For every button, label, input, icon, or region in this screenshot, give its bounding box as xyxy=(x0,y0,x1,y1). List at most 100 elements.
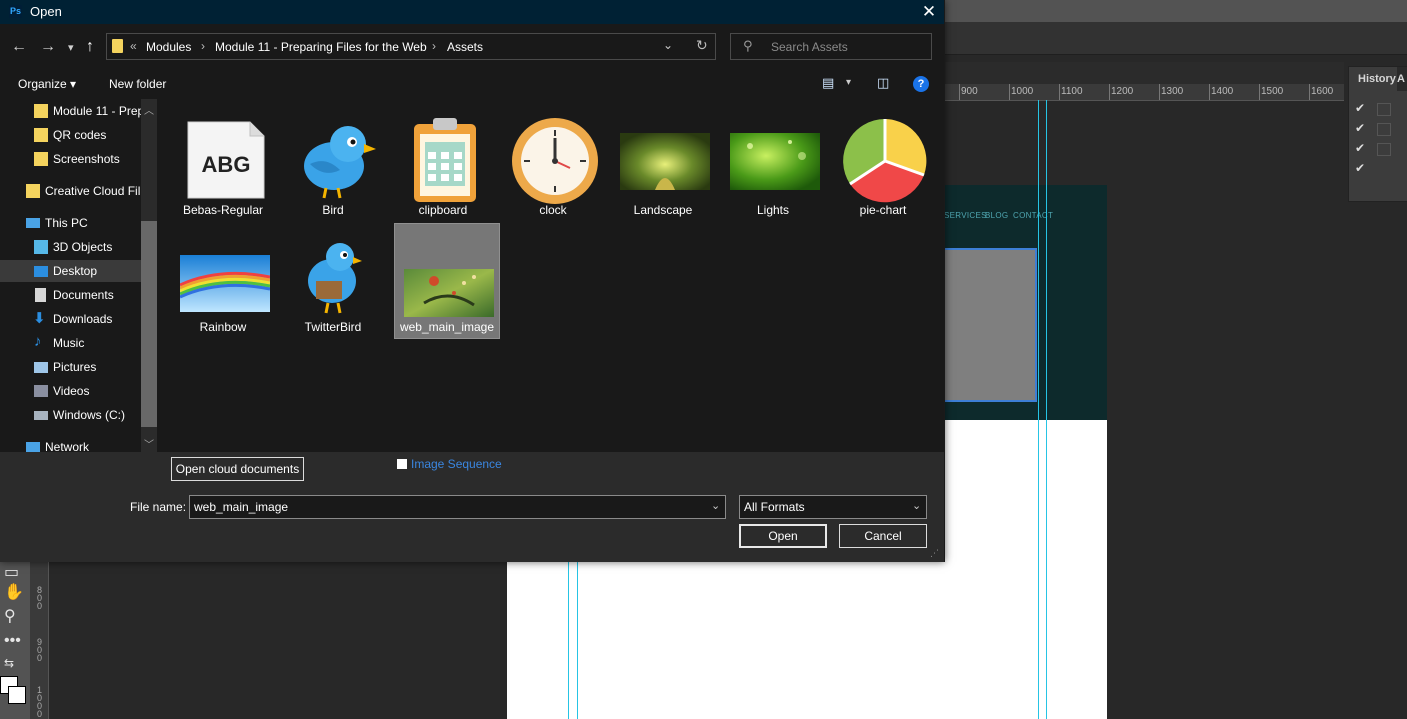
pictures-icon xyxy=(34,362,48,373)
history-row[interactable]: ✔ xyxy=(1349,159,1407,179)
close-button[interactable]: ✕ xyxy=(914,0,944,24)
search-box[interactable]: ⚲ Search Assets xyxy=(730,33,932,60)
forward-arrow-icon[interactable]: → xyxy=(40,38,56,56)
guide-line xyxy=(1046,100,1047,719)
zoom-tool-icon[interactable]: ⚲ xyxy=(4,606,16,626)
image-sequence-checkbox[interactable] xyxy=(397,459,407,469)
file-tile[interactable]: TwitterBird xyxy=(281,224,385,338)
clock-icon xyxy=(512,118,598,204)
overflow-chevron-icon[interactable]: « xyxy=(130,39,137,53)
sidebar-item-network[interactable]: Network xyxy=(0,436,141,452)
image-sequence-label[interactable]: Image Sequence xyxy=(411,457,502,471)
sidebar-item-label: Pictures xyxy=(53,360,97,374)
sidebar-item-label: Creative Cloud Fil xyxy=(45,184,141,198)
sidebar-item-label: Network xyxy=(45,440,90,452)
file-tile[interactable]: Rainbow xyxy=(171,224,275,338)
breadcrumb-separator-icon[interactable]: › xyxy=(432,39,436,53)
cube-icon xyxy=(34,240,48,254)
navpane-scrollbar[interactable]: ︿ ﹀ xyxy=(141,99,157,452)
snapshot-icon xyxy=(1377,123,1391,136)
chevron-down-icon[interactable]: ⌄ xyxy=(711,499,720,512)
ps-menu-bar xyxy=(944,0,1407,22)
sidebar-item-qr-codes[interactable]: QR codes xyxy=(0,124,141,146)
open-button[interactable]: Open xyxy=(739,524,827,548)
file-tile[interactable]: clock xyxy=(501,107,605,221)
sidebar-item-music[interactable]: ♪ Music xyxy=(0,332,141,354)
font-preview-text: ABG xyxy=(202,152,251,177)
breadcrumb-assets[interactable]: Assets xyxy=(447,40,483,54)
sidebar-item-desktop[interactable]: Desktop xyxy=(0,260,141,282)
recent-locations-chevron-icon[interactable]: ▾ xyxy=(68,41,74,54)
file-name: Bird xyxy=(322,203,344,217)
file-name-value[interactable]: web_main_image xyxy=(194,500,288,514)
file-tile[interactable]: Landscape xyxy=(611,107,715,221)
sidebar-item-3d-objects[interactable]: 3D Objects xyxy=(0,236,141,258)
scrollbar-thumb[interactable] xyxy=(141,221,157,427)
sidebar-item-this-pc[interactable]: This PC xyxy=(0,212,141,234)
swap-colors-icon[interactable]: ⇆ xyxy=(4,656,14,670)
ruler-label: 1100 xyxy=(1061,86,1083,97)
file-name: Rainbow xyxy=(199,320,247,334)
cancel-button[interactable]: Cancel xyxy=(839,524,927,548)
file-name-combobox[interactable]: web_main_image ⌄ xyxy=(189,495,726,519)
change-view-icon[interactable]: ▤ xyxy=(822,75,834,91)
file-tile[interactable]: Bird xyxy=(281,107,385,221)
sidebar-item-videos[interactable]: Videos xyxy=(0,380,141,402)
rectangle-tool-icon[interactable]: ▭ xyxy=(4,562,19,582)
lights-image xyxy=(730,133,820,190)
file-tile-selected[interactable]: web_main_image xyxy=(394,223,500,339)
resize-grip-icon[interactable]: ⋰ xyxy=(930,548,939,559)
address-bar[interactable]: « Modules › Module 11 - Preparing Files … xyxy=(106,33,716,60)
back-arrow-icon[interactable]: ← xyxy=(11,38,27,56)
ruler-label: 1500 xyxy=(1261,86,1284,97)
sidebar-item-windows-c[interactable]: Windows (C:) xyxy=(0,404,141,426)
background-color-swatch[interactable] xyxy=(8,686,26,704)
up-arrow-icon[interactable]: ↑ xyxy=(86,38,94,56)
breadcrumb-modules[interactable]: Modules xyxy=(146,40,191,54)
adjacent-panel-tab[interactable]: A xyxy=(1397,67,1407,91)
sidebar-item-creative-cloud[interactable]: Creative Cloud Fil xyxy=(0,180,141,202)
network-icon xyxy=(26,442,40,452)
computer-icon xyxy=(26,218,40,228)
preview-pane-icon[interactable]: ◫ xyxy=(877,75,889,91)
file-name: web_main_image xyxy=(399,320,495,334)
sidebar-item-module-11[interactable]: Module 11 - Prep xyxy=(0,100,144,122)
canvas-nav-contact: CONTACT xyxy=(1013,211,1054,220)
file-type-dropdown[interactable]: All Formats ⌄ xyxy=(739,495,927,519)
new-folder-button[interactable]: New folder xyxy=(109,77,166,91)
scroll-down-icon[interactable]: ﹀ xyxy=(144,436,154,451)
breadcrumb-separator-icon[interactable]: › xyxy=(201,39,205,53)
history-panel[interactable]: History A ✔ ✔ ✔ ✔ xyxy=(1348,66,1407,202)
sidebar-item-pictures[interactable]: Pictures xyxy=(0,356,141,378)
history-row[interactable]: ✔ xyxy=(1349,119,1407,139)
search-icon: ⚲ xyxy=(743,38,753,53)
title-bar[interactable]: Ps Open ✕ xyxy=(0,0,944,24)
chevron-down-icon[interactable]: ⌄ xyxy=(912,499,921,512)
address-dropdown-icon[interactable]: ⌄ xyxy=(663,38,673,52)
sidebar-item-documents[interactable]: Documents xyxy=(0,284,141,306)
folder-icon xyxy=(34,128,48,142)
file-tile[interactable]: ABG Bebas-Regular xyxy=(171,107,275,221)
history-row[interactable]: ✔ xyxy=(1349,139,1407,159)
refresh-icon[interactable]: ↻ xyxy=(696,37,708,54)
navigation-pane: Module 11 - Prep QR codes Screenshots Cr… xyxy=(0,99,157,452)
open-cloud-documents-button[interactable]: Open cloud documents xyxy=(171,457,304,481)
sidebar-item-downloads[interactable]: ⬇ Downloads xyxy=(0,308,141,330)
file-tile[interactable]: pie-chart xyxy=(831,107,935,221)
scroll-up-icon[interactable]: ︿ xyxy=(144,102,154,117)
desktop-icon xyxy=(34,266,48,277)
organize-chevron-icon: ▾ xyxy=(70,77,77,91)
file-tile[interactable]: Lights xyxy=(721,107,825,221)
file-tile[interactable]: clipboard xyxy=(391,107,495,221)
view-options-chevron-icon[interactable]: ▾ xyxy=(846,77,851,88)
folder-icon xyxy=(34,152,48,166)
organize-button[interactable]: Organize ▾ xyxy=(18,77,76,91)
more-tools-icon[interactable]: ••• xyxy=(4,632,21,650)
breadcrumb-module-11[interactable]: Module 11 - Preparing Files for the Web xyxy=(215,40,427,54)
hand-tool-icon[interactable]: ✋ xyxy=(4,582,24,602)
help-icon[interactable]: ? xyxy=(913,76,929,92)
file-name: clipboard xyxy=(418,203,468,217)
sidebar-item-screenshots[interactable]: Screenshots xyxy=(0,148,141,170)
history-tab[interactable]: History xyxy=(1349,67,1397,91)
history-row[interactable]: ✔ xyxy=(1349,99,1407,119)
